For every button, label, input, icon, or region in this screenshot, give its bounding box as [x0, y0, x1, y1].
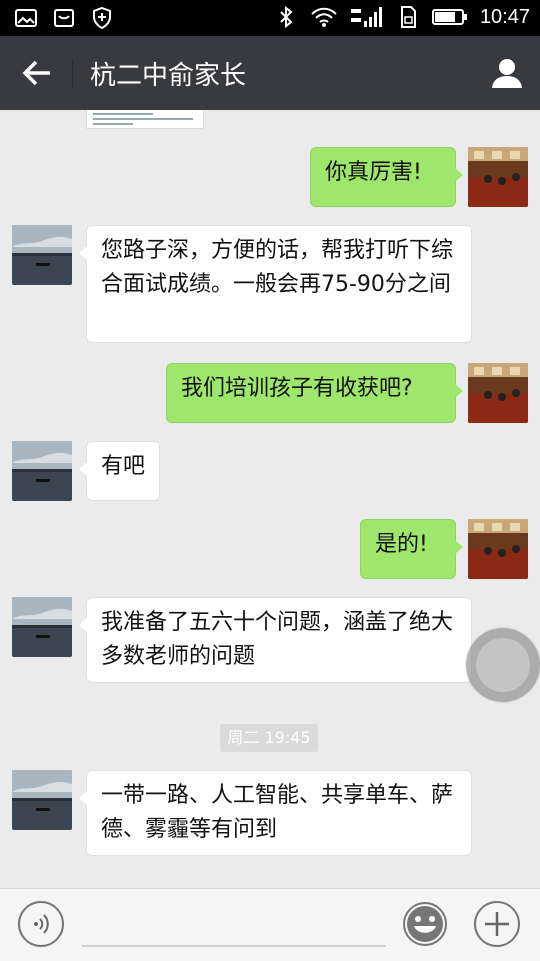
input-bar — [0, 888, 540, 961]
message-bubble-outgoing[interactable]: 是的! — [360, 519, 463, 579]
message-text: 有吧 — [101, 454, 146, 479]
plus-icon — [485, 912, 509, 936]
contact-avatar[interactable] — [12, 597, 72, 657]
contact-avatar[interactable] — [12, 441, 72, 501]
my-avatar[interactable] — [468, 147, 528, 207]
status-time: 10:47 — [479, 5, 530, 28]
shared-image-thumbnail[interactable] — [86, 110, 204, 129]
person-icon[interactable] — [490, 56, 524, 90]
message-bubble-incoming[interactable]: 您路子深，方便的话，帮我打听下综合面试成绩。一般会再75-90分之间 — [79, 225, 472, 343]
gallery-icon — [15, 9, 37, 27]
message-input[interactable] — [82, 945, 386, 947]
back-arrow-icon[interactable] — [20, 56, 54, 90]
chat-message-list[interactable]: 你真厉害! 您路子深，方便的话，帮我打听下综合面试成绩。一般会再75-90分之间… — [0, 110, 540, 888]
message-bubble-incoming[interactable]: 一带一路、人工智能、共享单车、萨德、雾霾等有问到 — [79, 770, 472, 856]
wifi-icon — [311, 7, 337, 27]
floating-assistive-button[interactable] — [466, 628, 540, 702]
timestamp-divider: 周二 19:45 — [220, 724, 318, 752]
status-bar: 10:47 — [0, 0, 540, 36]
message-text: 一带一路、人工智能、共享单车、萨德、雾霾等有问到 — [101, 783, 454, 842]
message-text: 您路子深，方便的话，帮我打听下综合面试成绩。一般会再75-90分之间 — [101, 238, 454, 297]
emoji-icon[interactable] — [402, 901, 448, 947]
message-bubble-outgoing[interactable]: 我们培训孩子有收获吧? — [166, 363, 463, 423]
chat-header: 杭二中俞家长 — [0, 36, 540, 110]
divider — [72, 60, 73, 88]
sim-icon — [400, 6, 416, 28]
my-avatar[interactable] — [468, 519, 528, 579]
message-text: 我们培训孩子有收获吧? — [181, 376, 413, 401]
message-bubble-outgoing[interactable]: 你真厉害! — [310, 147, 463, 207]
message-bubble-incoming[interactable]: 有吧 — [79, 441, 160, 501]
chat-title: 杭二中俞家长 — [90, 61, 247, 91]
bluetooth-icon — [280, 5, 293, 29]
voice-icon — [34, 914, 49, 934]
message-text: 你真厉害! — [325, 160, 422, 185]
my-avatar[interactable] — [468, 363, 528, 423]
plus-button[interactable] — [474, 901, 520, 947]
voice-button[interactable] — [18, 901, 64, 947]
battery-icon — [431, 9, 467, 25]
message-bubble-incoming[interactable]: 我准备了五六十个问题，涵盖了绝大多数老师的问题 — [79, 597, 472, 683]
signal-icon — [350, 7, 382, 27]
contact-avatar[interactable] — [12, 225, 72, 285]
message-text: 是的! — [375, 532, 428, 557]
message-text: 我准备了五六十个问题，涵盖了绝大多数老师的问题 — [101, 610, 454, 669]
shield-icon — [93, 6, 111, 30]
contact-avatar[interactable] — [12, 770, 72, 830]
inbox-icon — [54, 9, 74, 27]
